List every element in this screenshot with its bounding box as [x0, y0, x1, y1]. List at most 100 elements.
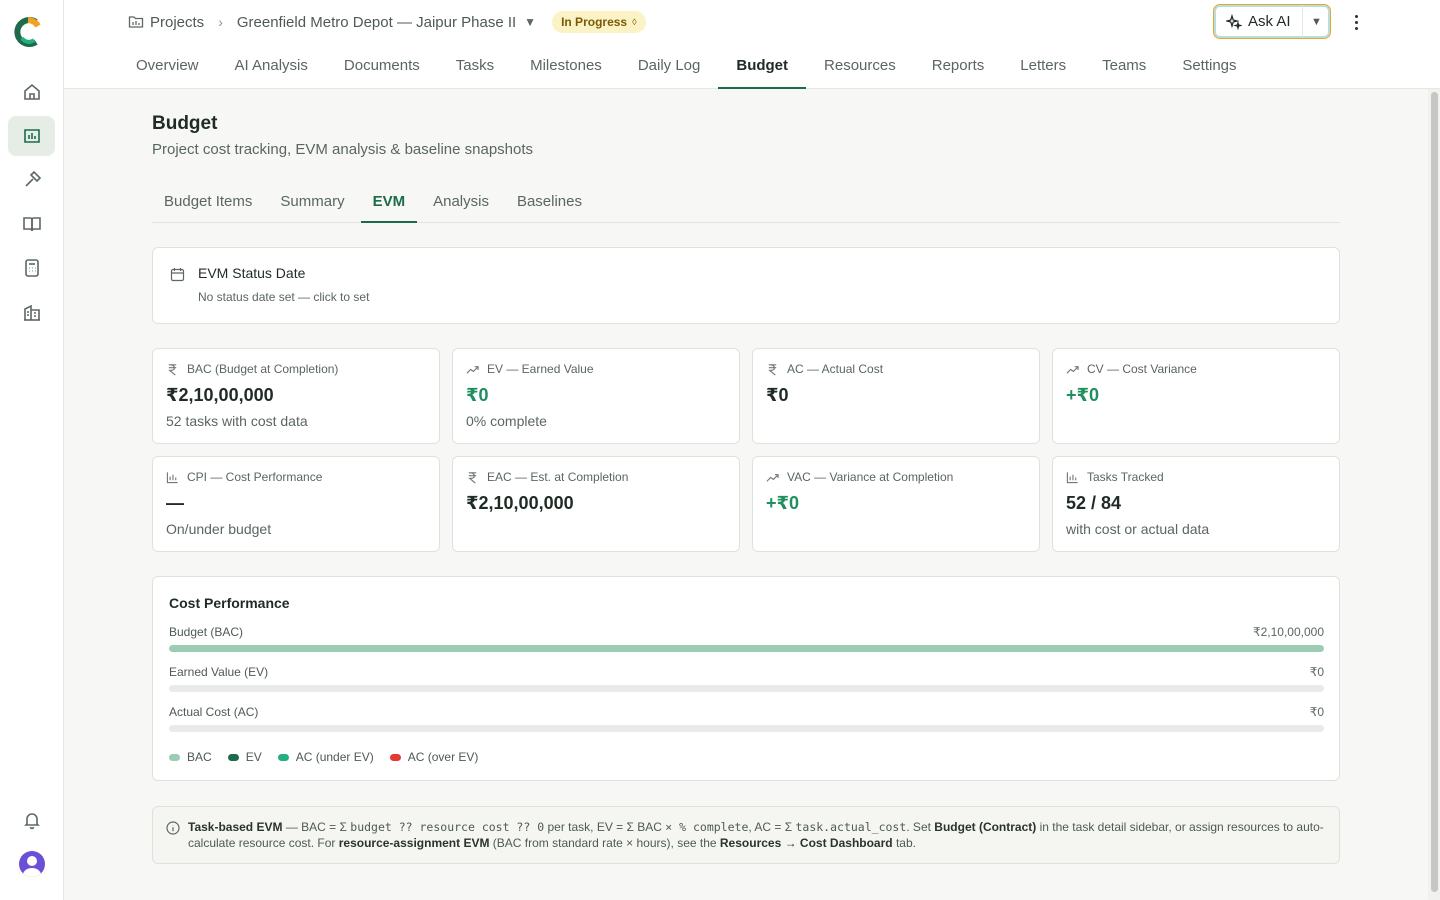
cost-bar-label: Budget (BAC) — [169, 625, 244, 639]
status-badge[interactable]: In Progress ◊ — [552, 11, 646, 33]
metric-value: ₹0 — [766, 385, 789, 405]
metric-label-text: VAC — Variance at Completion — [787, 470, 954, 484]
cost-performance-title: Cost Performance — [169, 595, 290, 611]
cost-bar-track — [169, 725, 1324, 732]
more-options-icon[interactable] — [1348, 12, 1364, 32]
hammer-icon — [24, 170, 41, 187]
legend-label: AC (under EV) — [295, 750, 374, 764]
rail-buildings-button[interactable] — [8, 292, 55, 332]
evm-info-note: Task-based EVM — BAC = Σ budget ?? resou… — [152, 806, 1340, 864]
status-badge-label: In Progress — [561, 15, 628, 29]
legend-label: EV — [245, 750, 262, 764]
info-icon — [166, 821, 180, 835]
metric-label-text: AC — Actual Cost — [787, 362, 884, 376]
subtab-baselines[interactable]: Baselines — [505, 185, 594, 222]
bar-chart-icon — [166, 471, 178, 483]
info-text: per task, EV = Σ BAC — [544, 820, 666, 834]
info-strong-text[interactable]: Resources → Cost Dashboard — [720, 836, 893, 850]
subtab-analysis[interactable]: Analysis — [421, 185, 501, 222]
info-code: × % complete — [665, 820, 749, 834]
metric-label-text: Tasks Tracked — [1087, 470, 1164, 484]
legend-swatch — [227, 753, 239, 761]
legend-label: BAC — [187, 750, 212, 764]
metric-label: VAC — Variance at Completion — [766, 470, 953, 484]
evm-status-date-card[interactable]: EVM Status Date No status date set — cli… — [152, 247, 1340, 324]
trend-up-icon — [1066, 365, 1079, 374]
tab-budget[interactable]: Budget — [718, 48, 806, 89]
cost-bar-value: ₹0 — [1309, 705, 1324, 719]
cost-bar-value: ₹2,10,00,000 — [1252, 625, 1324, 639]
evm-status-date-subtitle[interactable]: No status date set — click to set — [198, 290, 369, 304]
metric-label: CV — Cost Variance — [1066, 362, 1197, 376]
ask-ai-button[interactable]: Ask AI — [1214, 13, 1302, 30]
breadcrumb-project-name[interactable]: Greenfield Metro Depot — Jaipur Phase II — [237, 14, 516, 31]
legend-label: AC (over EV) — [407, 750, 479, 764]
legend-item-ev: EV — [227, 750, 262, 764]
metric-card-tasks: Tasks Tracked 52 / 84 with cost or actual … — [1052, 456, 1340, 552]
metric-label-text: CPI — Cost Performance — [187, 470, 323, 484]
info-text: — BAC = Σ — [282, 820, 351, 834]
tab-documents[interactable]: Documents — [326, 48, 438, 89]
cost-bar-fill — [169, 645, 1324, 652]
subtab-budget-items[interactable]: Budget Items — [152, 185, 264, 222]
metric-label-text: BAC (Budget at Completion) — [187, 362, 339, 376]
cost-bar-label: Earned Value (EV) — [169, 665, 269, 679]
rail-projects-button[interactable] — [8, 116, 55, 156]
subtab-summary[interactable]: Summary — [268, 185, 356, 222]
rail-calculator-button[interactable] — [8, 248, 55, 288]
ask-ai-dropdown-chevron-icon[interactable]: ▼ — [1303, 16, 1330, 28]
metric-label: CPI — Cost Performance — [166, 470, 322, 484]
tab-reports[interactable]: Reports — [914, 48, 1003, 89]
metric-value: +₹0 — [766, 493, 800, 513]
rail-home-button[interactable] — [8, 72, 55, 112]
tab-daily-log[interactable]: Daily Log — [620, 48, 719, 89]
info-strong-text: resource-assignment EVM — [338, 836, 490, 850]
info-strong-text: Task-based EVM — [188, 820, 283, 834]
metric-value: — — [166, 493, 184, 513]
metric-card-bac: BAC (Budget at Completion) ₹2,10,00,000 52… — [152, 348, 440, 444]
rupee-icon — [168, 363, 177, 375]
rail-tools-button[interactable] — [8, 160, 55, 200]
app-logo-icon[interactable] — [14, 16, 42, 48]
info-text: . Set — [906, 820, 935, 834]
home-icon — [23, 83, 40, 100]
breadcrumb-projects-link[interactable]: Projects — [150, 14, 204, 31]
chevron-down-icon[interactable]: ▼ — [524, 15, 536, 29]
tab-letters[interactable]: Letters — [1002, 48, 1084, 89]
tab-tasks[interactable]: Tasks — [438, 48, 512, 89]
metric-card-vac: VAC — Variance at Completion +₹0 — [752, 456, 1040, 552]
subtab-evm[interactable]: EVM — [360, 185, 418, 223]
tab-resources[interactable]: Resources — [806, 48, 914, 89]
user-avatar[interactable] — [19, 851, 45, 877]
metric-note: 52 tasks with cost data — [166, 413, 308, 429]
info-text: tab. — [892, 836, 916, 850]
metric-label-text: CV — Cost Variance — [1087, 362, 1197, 376]
metric-label: EAC — Est. at Completion — [466, 470, 628, 484]
rail-library-button[interactable] — [8, 204, 55, 244]
cost-performance-legend: BAC EV AC (under EV) AC (over EV) — [169, 750, 494, 764]
scrollbar-thumb[interactable] — [1431, 92, 1438, 892]
legend-item-ac-under-ev: AC (under EV) — [277, 750, 374, 764]
info-code: task.actual_cost — [795, 820, 907, 834]
tab-settings[interactable]: Settings — [1164, 48, 1254, 89]
page-subtitle: Project cost tracking, EVM analysis & ba… — [152, 141, 534, 158]
rail-notifications-button[interactable] — [8, 800, 55, 840]
calculator-icon — [24, 259, 39, 277]
building-icon — [23, 304, 40, 321]
tab-ai-analysis[interactable]: AI Analysis — [217, 48, 326, 89]
tab-overview[interactable]: Overview — [118, 48, 217, 89]
metric-value: ₹2,10,00,000 — [466, 493, 574, 513]
metric-note: 0% complete — [466, 413, 547, 429]
bar-chart-icon — [1066, 471, 1078, 483]
project-nav-tabs: Overview AI Analysis Documents Tasks Milesto… — [118, 48, 1255, 89]
sparkles-icon — [1226, 13, 1242, 30]
tab-teams[interactable]: Teams — [1084, 48, 1164, 89]
tab-milestones[interactable]: Milestones — [512, 48, 620, 89]
metric-label-text: EAC — Est. at Completion — [487, 470, 629, 484]
info-text: (BAC from standard rate × hours), see th… — [489, 836, 720, 850]
cost-bar-track — [169, 685, 1324, 692]
chevron-up-down-icon: ◊ — [632, 17, 637, 27]
book-open-icon — [22, 217, 41, 232]
metric-value: ₹0 — [466, 385, 489, 405]
rupee-icon — [768, 363, 777, 375]
